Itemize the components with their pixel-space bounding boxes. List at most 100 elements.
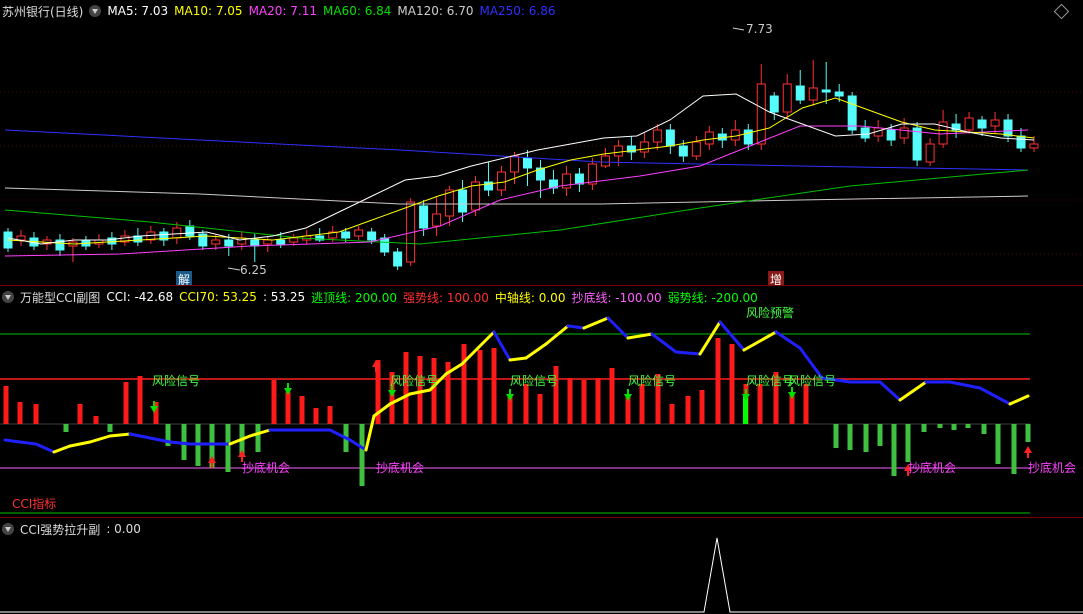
candle-body [912,127,922,161]
cci-line-segment [34,442,56,454]
candle-body [276,239,286,245]
candle-body [600,155,610,167]
cci-indicator-panel[interactable]: 万能型CCI副图 CCI: -42.68 CCI70: 53.25 : 53.2… [0,286,1083,516]
candle-body [419,205,429,229]
cci-bar-down [63,424,69,432]
cci-bar-down [921,424,927,432]
signal-arrow-icon [208,456,216,463]
candle-body [263,239,273,245]
candle-body [704,131,714,145]
cci-bar-up [669,404,675,424]
cci-bar-up [685,396,691,424]
ma250-label: MA250: 6.86 [479,4,556,18]
cci-bar-up [491,348,497,424]
candle-body [860,127,870,139]
risk-signal-label: 风险信号 [152,374,201,388]
cci-bar-down [107,424,113,432]
price-chart-panel[interactable]: 苏州银行(日线) MA5: 7.03 MA10: 7.05 MA20: 7.11… [0,0,1083,288]
candle-body [341,231,351,239]
cci-bar-down [359,424,365,486]
cci-menu-icon[interactable] [2,291,14,303]
ma20-label: MA20: 7.11 [248,4,317,18]
candle-body [613,145,623,157]
candle-body [795,85,805,101]
cci70-extra: : 53.25 [262,290,306,304]
cci-bar-up [313,408,319,424]
cci-bar-down [1011,424,1017,474]
cci-line-segment [878,380,902,402]
cci-line-segment [108,432,132,438]
cci-bar-up [299,396,305,424]
ma-menu-icon[interactable] [89,5,102,17]
candle-body [652,129,662,143]
cci-bar-down [255,424,261,452]
cci-bar-up [715,338,721,424]
cci-line-segment [606,316,630,340]
candle-body [1003,119,1013,137]
risk-signal-label: 风险信号 [746,374,795,388]
cci-line-segment [508,356,528,362]
cci-bar-up [417,356,423,424]
price-header: 苏州银行(日线) MA5: 7.03 MA10: 7.05 MA20: 7.11… [2,3,562,19]
candle-body [522,157,532,169]
risk-signal-label: 风险信号 [628,374,677,388]
bottom-line: 抄底线: -100.00 [571,290,662,305]
cci-bar-down [905,424,911,462]
cci-line-segment [566,324,586,330]
candle-body [899,127,909,139]
candle-body [1016,135,1026,149]
high-marker [732,27,745,31]
cci-line-segment [1008,394,1030,406]
cci-bar-up [93,416,99,424]
low-marker [227,267,241,271]
candle-body [730,129,740,141]
cci-chart[interactable] [0,286,1083,516]
cci-bar-up [285,392,291,424]
lift-signal-line [0,537,1083,613]
candle-body [821,89,831,93]
signal-arrow-icon [284,388,292,395]
candle-body [237,237,247,245]
candle-body [458,189,468,213]
ma10-line [7,97,1035,245]
bottom-chance-label: 抄底机会 [908,461,957,475]
middle-line: 中轴线: 0.00 [494,290,566,305]
candle-body [1029,143,1039,149]
candle-body [185,225,195,237]
ma60-line [4,169,1029,245]
cci-bar-up [271,380,277,424]
signal-arrow-icon [506,394,514,401]
cci-bar-down [1025,424,1031,442]
cci-line-segment [742,330,778,352]
signal-arrow-icon [388,390,396,397]
cci-line-segment [948,380,982,390]
candle-body [224,239,234,247]
strong-line: 强势线: 100.00 [403,290,489,305]
cci-line-segment [626,332,654,340]
candle-body [354,229,364,237]
candlestick-chart[interactable] [0,0,1083,284]
candle-body [886,129,896,141]
cci-line-segment [544,324,570,346]
lift-value: : 0.00 [106,522,141,536]
high-price-label: 7.73 [746,22,773,36]
candle-body [756,83,766,145]
lift-menu-icon[interactable] [2,523,14,535]
cci70-value: CCI70: 53.25 [179,290,257,304]
cci-bar-down [863,424,869,452]
candle-body [782,83,792,113]
lift-chart[interactable] [0,518,1083,614]
cci-bar-up [567,378,573,424]
cci-bar-down [981,424,987,434]
signal-arrow-icon [1024,446,1032,453]
risk-warning-label: 风险预警 [746,306,795,320]
candle-body [587,163,597,185]
candle-body [678,145,688,157]
candle-body [639,141,649,153]
cci-bar-up [137,376,143,424]
cci-lift-panel[interactable]: CCI强势拉升副 : 0.00 [0,518,1083,614]
cci-bar-up [327,406,333,424]
cci-line-segment [898,380,928,402]
cci-bar-down [995,424,1001,464]
top-escape-line: 逃顶线: 200.00 [311,290,398,305]
